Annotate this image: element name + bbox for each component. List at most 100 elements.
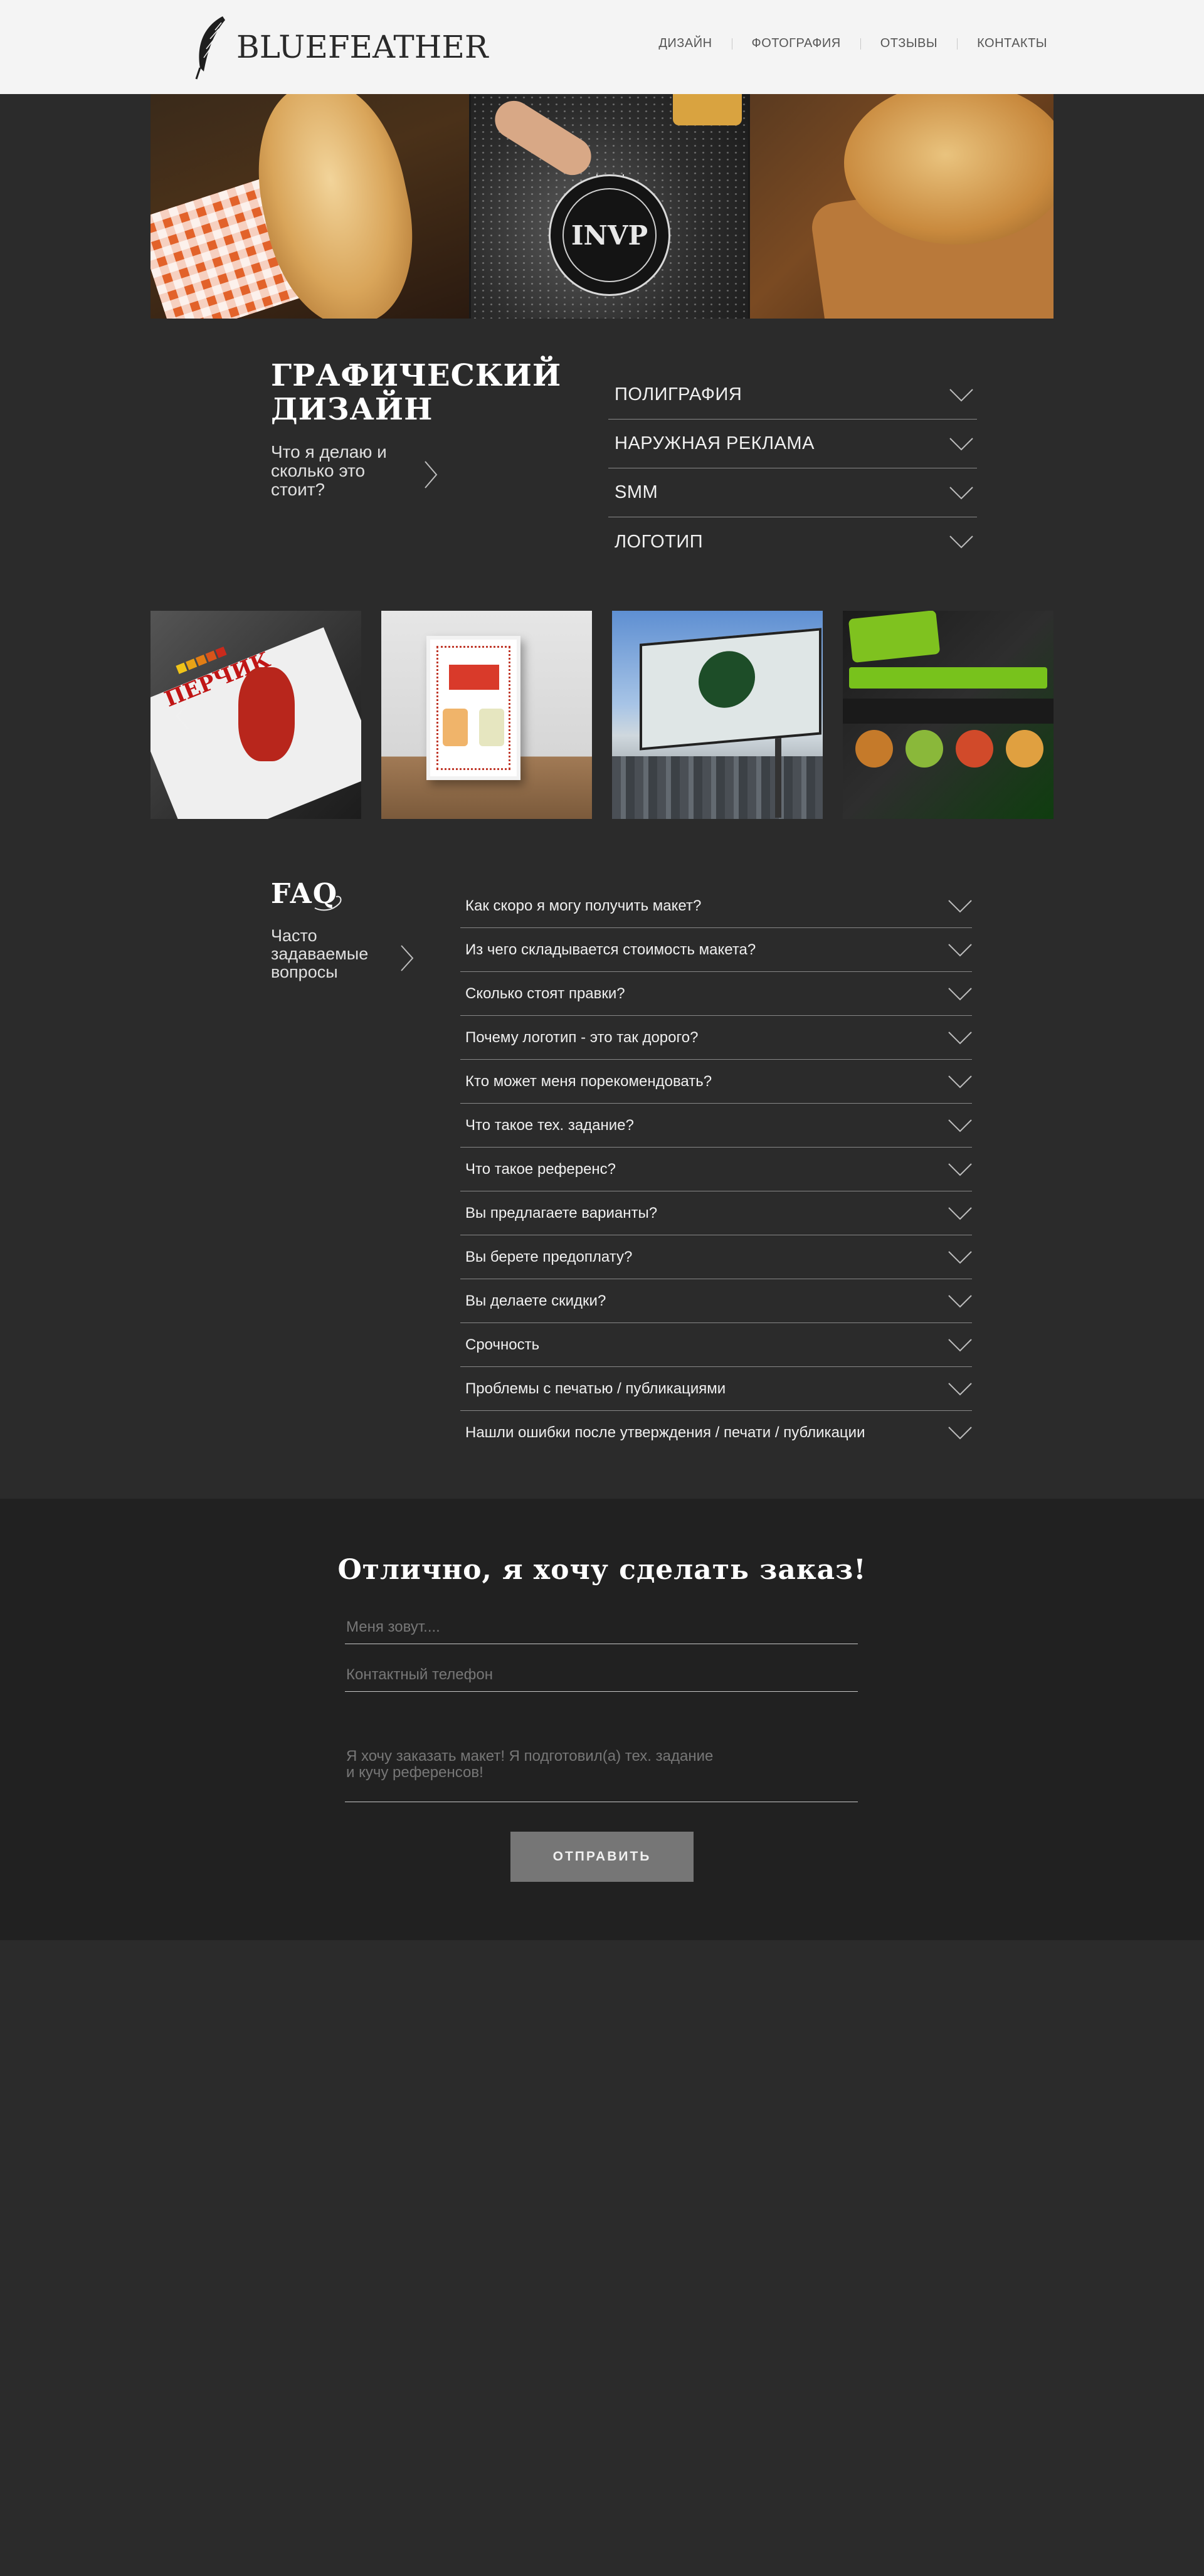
- faq-question: Кто может меня порекомендовать?: [465, 1072, 712, 1090]
- design-subtitle: Что я делаю и сколько это стоит?: [271, 442, 387, 499]
- section-title-design: ГРАФИЧЕСКИЙ ДИЗАЙН: [271, 358, 562, 427]
- faq-item[interactable]: Вы делаете скидки?: [460, 1279, 972, 1323]
- faq-item[interactable]: Из чего складывается стоимость макета?: [460, 928, 972, 972]
- service-label: ЛОГОТИП: [615, 531, 704, 552]
- hero-photo-logo: INVP: [469, 94, 750, 319]
- chevron-down-icon: [949, 388, 973, 401]
- nav-link-photo[interactable]: ФОТОГРАФИЯ: [752, 36, 841, 51]
- logo[interactable]: BLUEFEATHER: [191, 14, 488, 80]
- swirl-icon: [314, 895, 342, 911]
- faq-question: Вы делаете скидки?: [465, 1292, 606, 1309]
- faq-question: Вы берете предоплату?: [465, 1248, 633, 1265]
- nav-divider: [860, 38, 861, 50]
- faq-question: Что такое тех. задание?: [465, 1116, 634, 1134]
- emblem-letters: INVP: [571, 219, 648, 251]
- promo-banner: [849, 667, 1047, 689]
- faq-question: Вы предлагаете варианты?: [465, 1204, 658, 1222]
- service-item-smm[interactable]: SMM: [608, 468, 977, 517]
- city-skyline: [612, 756, 823, 819]
- chevron-down-icon: [948, 1075, 972, 1088]
- emblem-ring: INVP: [562, 188, 657, 282]
- billboard-pole: [775, 736, 781, 818]
- order-title: Отлично, я хочу сделать заказ!: [337, 1554, 867, 1586]
- nav-link-contacts[interactable]: КОНТАКТЫ: [977, 36, 1047, 51]
- menu-poster: [426, 636, 520, 780]
- faq-question: Нашли ошибки после утверждения / печати …: [465, 1424, 865, 1441]
- service-item-logo[interactable]: ЛОГОТИП: [608, 517, 977, 566]
- faq-item[interactable]: Вы берете предоплату?: [460, 1235, 972, 1279]
- service-label: НАРУЖНАЯ РЕКЛАМА: [615, 433, 815, 453]
- faq-item[interactable]: Что такое тех. задание?: [460, 1104, 972, 1148]
- chevron-down-icon: [949, 437, 973, 450]
- faq-question: Что такое референс?: [465, 1160, 616, 1178]
- chevron-down-icon: [948, 943, 972, 956]
- faq-item[interactable]: Сколько стоят правки?: [460, 972, 972, 1016]
- promo-badge: [848, 611, 941, 663]
- chevron-down-icon: [948, 899, 972, 912]
- food-image: [855, 730, 893, 768]
- submit-button[interactable]: ОТПРАВИТЬ: [510, 1832, 694, 1882]
- site-header: BLUEFEATHER ДИЗАЙН ФОТОГРАФИЯ ОТЗЫВЫ КОН…: [0, 0, 1204, 94]
- pizza-slice: [673, 94, 742, 125]
- poster-heading: [449, 665, 499, 690]
- hero-banner: INVP: [150, 94, 1054, 319]
- faq-question: Сколько стоят правки?: [465, 984, 625, 1002]
- faq-question: Из чего складывается стоимость макета?: [465, 941, 756, 958]
- chevron-down-icon: [948, 987, 972, 1000]
- faq-item[interactable]: Кто может меня порекомендовать?: [460, 1060, 972, 1104]
- hero-photo-bread-board: [750, 94, 1054, 319]
- chevron-right-icon[interactable]: [400, 944, 414, 972]
- faq-item[interactable]: Как скоро я могу получить макет?: [460, 884, 972, 928]
- chevron-down-icon: [948, 1163, 972, 1176]
- chevron-down-icon: [949, 536, 973, 549]
- phone-input[interactable]: [345, 1664, 858, 1692]
- chevron-right-icon[interactable]: [424, 460, 438, 489]
- service-item-outdoor[interactable]: НАРУЖНАЯ РЕКЛАМА: [608, 420, 977, 468]
- logo-text: BLUEFEATHER: [236, 29, 488, 65]
- chevron-down-icon: [948, 1031, 972, 1044]
- name-input[interactable]: [345, 1617, 858, 1644]
- chevron-down-icon: [949, 486, 973, 499]
- faq-question: Срочность: [465, 1336, 540, 1353]
- chevron-down-icon: [948, 1338, 972, 1351]
- faq-item[interactable]: Срочность: [460, 1323, 972, 1367]
- promo-strip: [843, 699, 1054, 724]
- message-textarea[interactable]: [345, 1748, 858, 1802]
- nav-link-reviews[interactable]: ОТЗЫВЫ: [880, 36, 937, 51]
- drink-image: [443, 709, 468, 746]
- feather-icon: [195, 16, 225, 80]
- chevron-down-icon: [948, 1119, 972, 1132]
- service-item-printing[interactable]: ПОЛИГРАФИЯ: [608, 371, 977, 420]
- food-image: [906, 730, 943, 768]
- nav-divider: [957, 38, 958, 50]
- chevron-down-icon: [948, 1250, 972, 1264]
- faq-item[interactable]: Почему логотип - это так дорого?: [460, 1016, 972, 1060]
- nav-link-design[interactable]: ДИЗАЙН: [658, 36, 712, 51]
- faq-item[interactable]: Нашли ошибки после утверждения / печати …: [460, 1411, 972, 1455]
- drink-image: [479, 709, 504, 746]
- faq-question: Проблемы с печатью / публикациями: [465, 1380, 726, 1397]
- billboard-logo: [699, 648, 755, 710]
- services-accordion: ПОЛИГРАФИЯ НАРУЖНАЯ РЕКЛАМА SMM ЛОГОТИП: [608, 371, 977, 566]
- faq-accordion: Как скоро я могу получить макет? Из чего …: [460, 884, 972, 1455]
- faq-question: Как скоро я могу получить макет?: [465, 897, 702, 914]
- hero-photo-bread-cloth: [150, 94, 469, 319]
- portfolio-item-smm[interactable]: [843, 611, 1054, 819]
- faq-item[interactable]: Проблемы с печатью / публикациями: [460, 1367, 972, 1411]
- portfolio-item-poster[interactable]: [381, 611, 592, 819]
- chevron-down-icon: [948, 1427, 972, 1440]
- faq-item[interactable]: Вы предлагаете варианты?: [460, 1191, 972, 1235]
- faq-question: Почему логотип - это так дорого?: [465, 1028, 699, 1046]
- chevron-down-icon: [948, 1206, 972, 1220]
- carousel-prev-icon[interactable]: [173, 701, 191, 731]
- portfolio-item-billboard[interactable]: [612, 611, 823, 819]
- main-nav: ДИЗАЙН ФОТОГРАФИЯ ОТЗЫВЫ КОНТАКТЫ: [658, 36, 1047, 51]
- chevron-down-icon: [948, 1294, 972, 1307]
- service-label: ПОЛИГРАФИЯ: [615, 384, 742, 404]
- faq-subtitle: Часто задаваемые вопросы: [271, 926, 369, 981]
- pepper-mascot: [238, 667, 295, 761]
- portfolio-carousel: ПЕРЧИК: [150, 611, 1054, 819]
- food-image: [956, 730, 993, 768]
- faq-item[interactable]: Что такое референс?: [460, 1148, 972, 1191]
- restaurant-emblem: INVP: [549, 174, 670, 296]
